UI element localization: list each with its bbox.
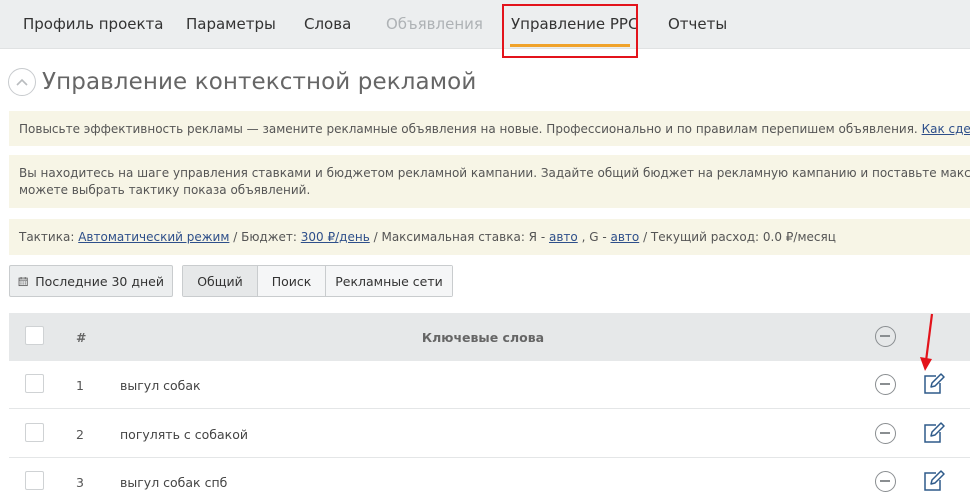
edit-icon[interactable] (921, 372, 945, 396)
improve-ads-text: Повысьте эффективность рекламы — заменит… (19, 122, 918, 136)
google-label: , G - (581, 230, 607, 244)
row-checkbox[interactable] (25, 471, 44, 490)
step-notice-line-2: можете выбрать тактику показа объявлений… (19, 183, 311, 197)
max-bid-label: / Максимальная ставка: Я - (373, 230, 546, 244)
minus-circle-icon[interactable] (875, 374, 896, 395)
table-row: 2 погулять с собакой (9, 410, 970, 458)
current-spend-label: / Текущий расход: 0.0 ₽/месяц (643, 230, 836, 244)
minus-circle-icon[interactable] (875, 471, 896, 492)
annotation-arrow-icon (920, 313, 934, 371)
row-keyword: выгул собак (120, 378, 201, 393)
top-nav: Профиль проекта Параметры Слова Объявлен… (0, 0, 970, 49)
tab-reports[interactable]: Отчеты (668, 0, 727, 49)
network-segment-control: Общий Поиск Рекламные сети (182, 265, 453, 297)
tactic-link[interactable]: Автоматический режим (78, 230, 229, 244)
table-row: 3 выгул собак спб (9, 459, 970, 502)
segment-search[interactable]: Поиск (258, 266, 326, 296)
minus-circle-icon[interactable] (875, 326, 896, 347)
calendar-icon (18, 276, 28, 286)
row-keyword: погулять с собакой (120, 427, 248, 442)
edit-icon[interactable] (921, 469, 945, 493)
page-title-text: Управление контекстной рекламой (42, 69, 477, 95)
budget-link[interactable]: 300 ₽/день (301, 230, 370, 244)
how-to-order-link[interactable]: Как сделать зака (922, 122, 970, 136)
tab-words[interactable]: Слова (304, 0, 351, 49)
date-range-label: Последние 30 дней (35, 273, 164, 289)
tactic-label: Тактика: (19, 230, 75, 244)
segment-all[interactable]: Общий (183, 266, 258, 296)
tab-project-profile[interactable]: Профиль проекта (23, 0, 163, 49)
step-notice: Вы находитесь на шаге управления ставкам… (9, 155, 970, 208)
table-header: # Ключевые слова (9, 313, 970, 361)
step-notice-line-1: Вы находитесь на шаге управления ставкам… (19, 166, 970, 180)
tactic-bar: Тактика: Автоматический режим / Бюджет: … (9, 219, 970, 255)
yandex-bid-link[interactable]: авто (549, 230, 578, 244)
minus-circle-icon[interactable] (875, 423, 896, 444)
row-checkbox[interactable] (25, 423, 44, 442)
row-checkbox[interactable] (25, 374, 44, 393)
segment-ad-networks[interactable]: Рекламные сети (326, 266, 452, 296)
column-keywords: Ключевые слова (421, 330, 545, 345)
row-number: 3 (76, 475, 84, 490)
row-number: 1 (76, 378, 84, 393)
improve-ads-notice: Повысьте эффективность рекламы — заменит… (9, 111, 970, 146)
budget-label: / Бюджет: (233, 230, 297, 244)
row-number: 2 (76, 427, 84, 442)
edit-icon[interactable] (921, 421, 945, 445)
page-title: Управление контекстной рекламой (8, 67, 476, 97)
tab-parameters[interactable]: Параметры (186, 0, 276, 49)
google-bid-link[interactable]: авто (610, 230, 639, 244)
row-keyword: выгул собак спб (120, 475, 228, 490)
date-range-button[interactable]: Последние 30 дней (9, 265, 173, 297)
tab-ads[interactable]: Объявления (386, 0, 483, 49)
collapse-icon[interactable] (8, 68, 36, 96)
highlight-box (502, 4, 638, 58)
table-row: 1 выгул собак (9, 361, 970, 409)
